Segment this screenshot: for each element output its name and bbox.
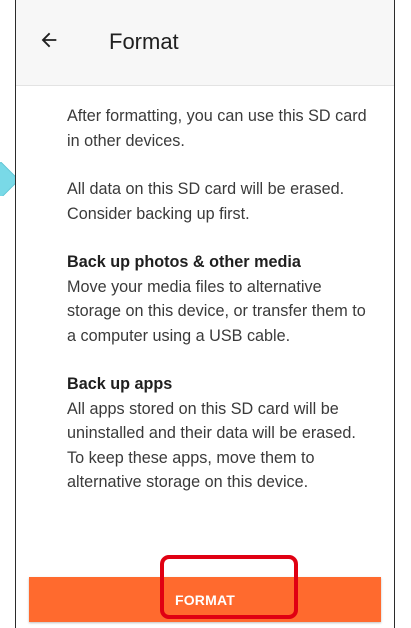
apps-backup-title: Back up apps — [67, 375, 173, 393]
format-button-label: FORMAT — [174, 591, 236, 608]
intro-text: After formatting, you can use this SD ca… — [67, 107, 367, 150]
media-backup-title: Back up photos & other media — [67, 253, 301, 271]
warning-text: All data on this SD card will be erased.… — [67, 180, 345, 223]
screenshot-canvas: Format After formatting, you can use thi… — [0, 0, 411, 628]
app-bar: Format — [16, 0, 394, 86]
phone-screen: Format After formatting, you can use thi… — [15, 0, 395, 628]
media-backup-body: Move your media files to alternative sto… — [67, 277, 366, 345]
arrow-left-icon — [38, 29, 60, 56]
format-button[interactable]: FORMAT — [29, 577, 381, 622]
page-title: Format — [109, 29, 179, 54]
format-info-content: After formatting, you can use this SD ca… — [67, 104, 367, 519]
apps-backup-body: All apps stored on this SD card will be … — [67, 399, 356, 492]
back-button[interactable] — [31, 24, 67, 60]
